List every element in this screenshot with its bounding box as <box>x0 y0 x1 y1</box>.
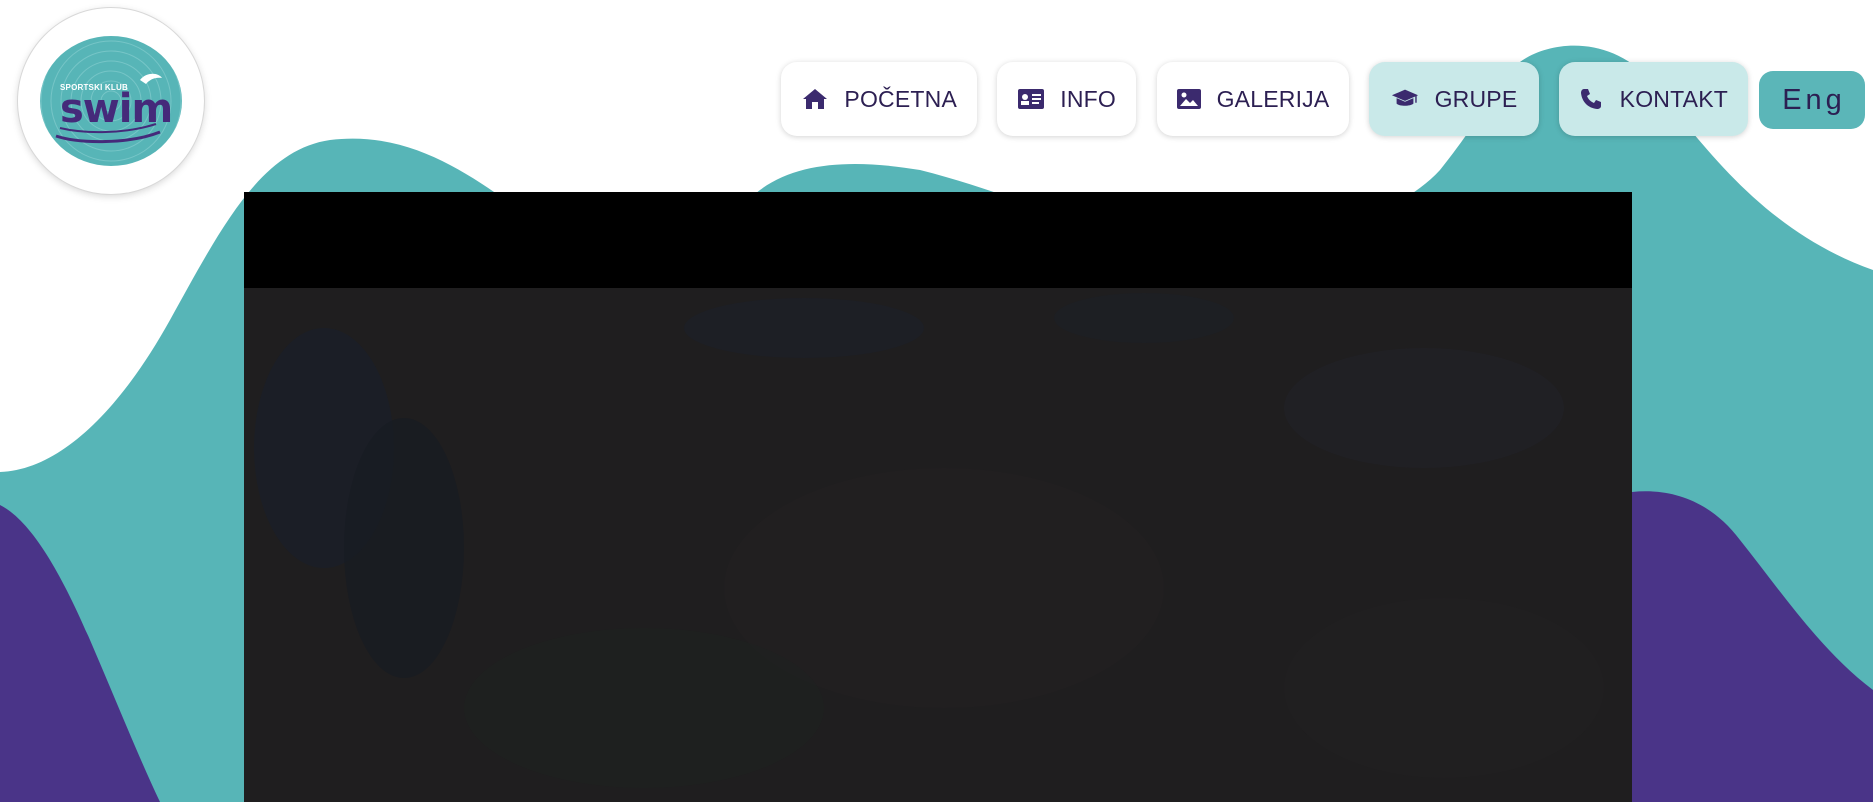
home-icon <box>801 87 828 111</box>
hero-video[interactable] <box>244 192 1632 802</box>
nav-button-pocetna[interactable]: POČETNA <box>781 62 977 136</box>
video-frame <box>244 288 1632 802</box>
id-card-icon <box>1017 87 1044 111</box>
nav-button-galerija[interactable]: GALERIJA <box>1157 62 1349 136</box>
video-letterbox-bar <box>244 192 1632 288</box>
nav-label-info: INFO <box>1060 85 1116 112</box>
nav-button-info[interactable]: INFO <box>997 62 1136 136</box>
nav-label-grupe: GRUPE <box>1434 85 1518 112</box>
nav-label-galerija: GALERIJA <box>1216 85 1330 112</box>
logo-badge: SPORTSKI KLUB swim <box>40 36 182 166</box>
nav-label-pocetna: POČETNA <box>844 85 957 112</box>
nav-button-grupe[interactable]: GRUPE <box>1369 62 1539 136</box>
graduation-cap-icon <box>1391 87 1419 111</box>
nav-label-kontakt: KONTAKT <box>1619 85 1728 112</box>
nav-button-kontakt[interactable]: KONTAKT <box>1559 62 1748 136</box>
logo-name: swim <box>60 86 173 132</box>
language-switch-button[interactable]: Eng <box>1759 71 1865 129</box>
club-logo[interactable]: SPORTSKI KLUB swim <box>18 8 204 194</box>
page: SPORTSKI KLUB swim POČETNA INFO GALERIJA… <box>0 0 1873 802</box>
phone-icon <box>1579 87 1604 111</box>
image-icon <box>1176 87 1201 111</box>
